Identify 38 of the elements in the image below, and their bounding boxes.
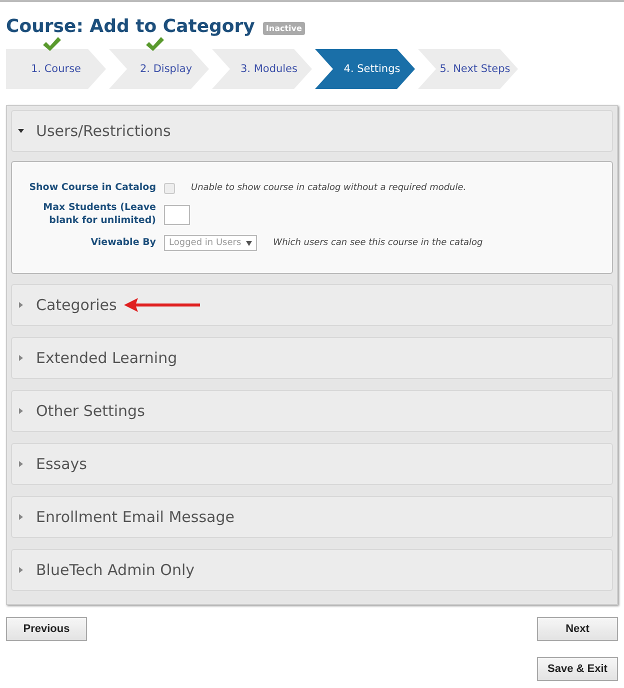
section-title: Essays	[36, 455, 87, 474]
field-label: Show Course in Catalog	[28, 182, 156, 194]
wizard-step[interactable]: 4. Settings	[315, 49, 415, 89]
input-field[interactable]	[164, 204, 190, 225]
next-button[interactable]: Next	[537, 617, 618, 641]
wizard-step[interactable]: 2. Display	[109, 49, 209, 89]
caret-right-icon	[18, 355, 24, 362]
section-header[interactable]: Essays	[11, 443, 613, 486]
caret-down-icon	[18, 128, 24, 134]
wizard-step[interactable]: 3. Modules	[212, 49, 312, 89]
caret-right-icon	[18, 461, 24, 468]
section-header[interactable]: Categories	[11, 284, 613, 326]
caret-right-icon	[18, 514, 24, 520]
caret-down-icon	[246, 240, 252, 246]
section-header[interactable]: Users/Restrictions	[11, 110, 613, 152]
section-header[interactable]: Other Settings	[11, 390, 613, 432]
field-hint: Which users can see this course in the catalog	[273, 238, 483, 248]
section-title: Other Settings	[36, 402, 145, 420]
section-header[interactable]: BlueTech Admin Only	[11, 549, 613, 592]
field-label: Max Students (Leave blank for unlimited)	[42, 202, 156, 228]
section-title: Categories	[36, 296, 117, 314]
caret-right-icon	[18, 302, 24, 308]
previous-button[interactable]: Previous	[6, 617, 87, 641]
save-exit-button[interactable]: Save & Exit	[537, 657, 618, 681]
wizard-step[interactable]: 1. Course	[6, 49, 106, 89]
caret-right-icon	[18, 408, 24, 414]
page-title: Course: Add to Category	[6, 16, 255, 37]
caret-right-icon	[18, 567, 24, 574]
section-header[interactable]: Enrollment Email Message	[11, 496, 613, 538]
section-header[interactable]: Extended Learning	[11, 337, 613, 380]
section-title: BlueTech Admin Only	[36, 561, 194, 580]
section-title: Extended Learning	[36, 349, 178, 368]
field-hint: Unable to show course in catalog without a required module.	[191, 183, 466, 194]
field-label: Viewable By	[90, 236, 156, 250]
section-title: Enrollment Email Message	[36, 508, 234, 526]
section-title: Users/Restrictions	[36, 122, 171, 140]
wizard-step[interactable]: 5. Next Steps	[418, 49, 518, 89]
status-badge: Inactive	[262, 22, 305, 35]
